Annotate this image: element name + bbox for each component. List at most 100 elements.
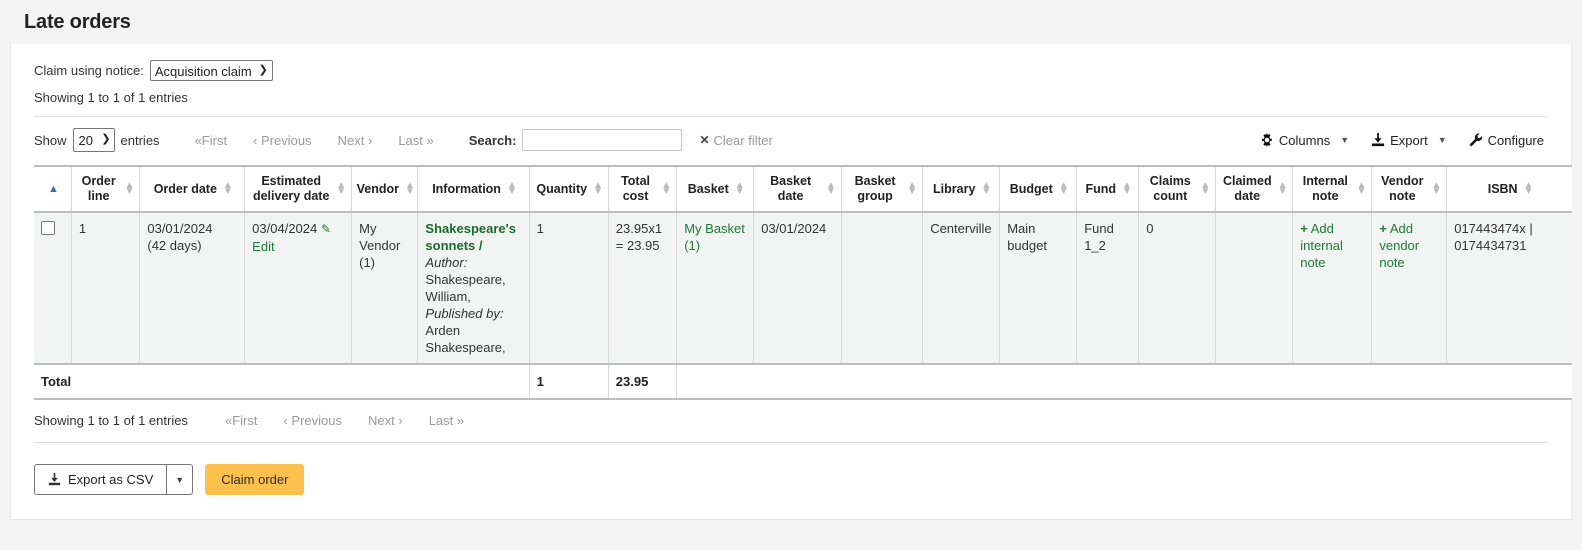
pagination-bottom-last[interactable]: Last » — [416, 413, 477, 428]
cell-order-date: 03/01/2024 (42 days) — [140, 212, 245, 364]
column-header-quantity[interactable]: Quantity▲▼ — [529, 166, 608, 212]
chevron-down-icon: ▼ — [1438, 135, 1447, 145]
cell-order-line: 1 — [71, 212, 139, 364]
sort-both-icon: ▲▼ — [1200, 183, 1210, 195]
double-chevron-left-icon: « — [195, 133, 202, 148]
clear-filter-button[interactable]: ✕ Clear filter — [699, 133, 772, 148]
pagination-last[interactable]: Last » — [385, 133, 446, 148]
sort-both-icon: ▲▼ — [507, 183, 517, 195]
double-chevron-right-icon: » — [457, 413, 464, 428]
information-title-link[interactable]: Shakespeare's sonnets / — [425, 221, 516, 253]
column-header-fund[interactable]: Fund ▲▼ — [1077, 166, 1139, 212]
chevron-left-icon: ‹ — [253, 133, 257, 148]
page-length-select[interactable]: 20 — [73, 128, 115, 152]
row-checkbox[interactable] — [41, 221, 55, 235]
export-button[interactable]: Export ▼ — [1371, 133, 1447, 148]
pagination-previous-label: Previous — [261, 133, 312, 148]
export-csv-group: Export as CSV ▼ — [34, 464, 193, 495]
pagination-bottom-previous[interactable]: ‹ Previous — [270, 413, 355, 428]
claim-notice-label: Claim using notice: — [34, 63, 144, 78]
total-empty — [677, 364, 1572, 399]
order-date-days: (42 days) — [147, 238, 201, 253]
column-label: Budget — [1010, 182, 1053, 197]
column-header-library[interactable]: Library▲▼ — [923, 166, 1000, 212]
column-header-estimated-delivery-date[interactable]: Estimated delivery date ▲▼ — [245, 166, 352, 212]
columns-button[interactable]: Columns ▼ — [1260, 133, 1349, 148]
column-header-select[interactable]: ▲ — [34, 166, 71, 212]
search-input[interactable] — [522, 129, 682, 151]
pagination-last-label: Last — [398, 133, 423, 148]
table-header-row: ▲ Order line ▲▼ Order date▲▼ Estimated de… — [34, 166, 1572, 212]
card-inner: Claim using notice: Acquisition claim ❯ … — [11, 44, 1571, 495]
chevron-down-icon: ▼ — [175, 475, 184, 485]
chevron-left-icon: ‹ — [283, 413, 287, 428]
column-header-order-date[interactable]: Order date▲▼ — [140, 166, 245, 212]
cell-vendor-note: + Add vendor note — [1372, 212, 1447, 364]
export-csv-button[interactable]: Export as CSV — [34, 464, 166, 495]
cell-claimed-date — [1216, 212, 1293, 364]
column-header-vendor[interactable]: Vendor▲▼ — [352, 166, 418, 212]
export-csv-dropdown-toggle[interactable]: ▼ — [166, 464, 193, 495]
pagination-next[interactable]: Next › — [325, 133, 386, 148]
pagination-first[interactable]: «First — [182, 133, 241, 148]
search-block: Search: — [469, 129, 683, 151]
claim-notice-select-wrap: Acquisition claim ❯ — [150, 60, 273, 81]
sort-both-icon: ▲▼ — [907, 183, 917, 195]
download-icon — [48, 473, 61, 486]
claim-notice-select[interactable]: Acquisition claim — [150, 60, 273, 81]
showing-entries-top: Showing 1 to 1 of 1 entries — [34, 90, 1557, 105]
column-header-order-line[interactable]: Order line ▲▼ — [71, 166, 139, 212]
column-label: Order line — [79, 174, 119, 204]
sort-both-icon: ▲▼ — [1122, 183, 1132, 195]
sort-both-icon: ▲▼ — [223, 183, 233, 195]
configure-label: Configure — [1488, 133, 1544, 148]
page-title: Late orders — [24, 8, 1582, 36]
total-row: Total 1 23.95 — [34, 364, 1572, 399]
pencil-icon[interactable]: ✎ — [321, 222, 331, 236]
cell-fund: Fund 1_2 — [1077, 212, 1139, 364]
sort-both-icon: ▲▼ — [661, 183, 671, 195]
column-label: Estimated delivery date — [252, 174, 330, 204]
showing-entries-bottom: Showing 1 to 1 of 1 entries — [34, 413, 188, 428]
column-header-internal-note[interactable]: Internal note▲▼ — [1293, 166, 1372, 212]
column-header-basket-date[interactable]: Basket date▲▼ — [754, 166, 842, 212]
column-label: Fund — [1085, 182, 1116, 197]
clear-filter-label: Clear filter — [714, 133, 773, 148]
show-label: Show — [34, 133, 67, 148]
column-header-budget[interactable]: Budget▲▼ — [1000, 166, 1077, 212]
claim-order-button[interactable]: Claim order — [205, 464, 304, 495]
download-icon — [1371, 133, 1385, 147]
column-label: Vendor — [357, 182, 399, 197]
column-header-claimed-date[interactable]: Claimed date▲▼ — [1216, 166, 1293, 212]
pagination-previous[interactable]: ‹ Previous — [240, 133, 325, 148]
column-header-information[interactable]: Information ▲▼ — [418, 166, 529, 212]
column-header-basket-group[interactable]: Basket group ▲▼ — [841, 166, 922, 212]
column-header-total-cost[interactable]: Total cost▲▼ — [608, 166, 676, 212]
sort-both-icon: ▲▼ — [336, 183, 346, 195]
total-label: Total — [34, 364, 529, 399]
basket-link[interactable]: My Basket (1) — [684, 221, 745, 253]
column-label: Basket — [688, 182, 729, 197]
configure-button[interactable]: Configure — [1469, 133, 1544, 148]
pagination-bottom-next[interactable]: Next › — [355, 413, 416, 428]
cell-library: Centerville — [923, 212, 1000, 364]
late-orders-card: Claim using notice: Acquisition claim ❯ … — [10, 44, 1572, 520]
chevron-down-icon: ▼ — [1340, 135, 1349, 145]
column-header-basket[interactable]: Basket ▲▼ — [677, 166, 754, 212]
column-header-vendor-note[interactable]: Vendor note▲▼ — [1372, 166, 1447, 212]
column-label: Basket group — [849, 174, 901, 204]
column-label: Information — [432, 182, 501, 197]
pagination-bottom-first[interactable]: «First — [212, 413, 271, 428]
action-buttons: Export as CSV ▼ Claim order — [34, 464, 1548, 495]
sort-both-icon: ▲▼ — [124, 183, 134, 195]
double-chevron-right-icon: » — [427, 133, 434, 148]
edit-delivery-date-link[interactable]: Edit — [252, 239, 274, 254]
table-body: 1 03/01/2024 (42 days) 03/04/2024 ✎ Edit… — [34, 212, 1572, 364]
column-header-isbn[interactable]: ISBN▲▼ — [1447, 166, 1572, 212]
column-label: Internal note — [1300, 174, 1350, 204]
chevron-right-icon: › — [398, 413, 402, 428]
divider-top — [34, 116, 1548, 117]
column-label: ISBN — [1488, 182, 1518, 197]
sort-both-icon: ▲▼ — [735, 183, 745, 195]
column-header-claims-count[interactable]: Claims count▲▼ — [1139, 166, 1216, 212]
